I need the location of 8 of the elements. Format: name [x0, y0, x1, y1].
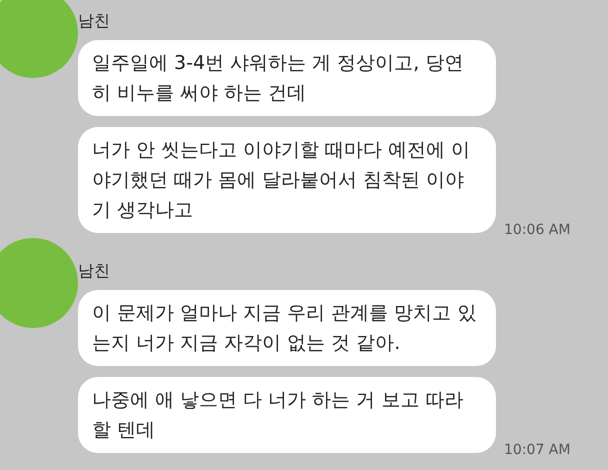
sender-name: 남친: [78, 10, 110, 32]
timestamp: 10:07 AM: [504, 441, 570, 459]
message-bubble: 일주일에 3-4번 샤워하는 게 정상이고, 당연히 비누를 써야 하는 건데: [78, 40, 496, 116]
sender-name: 남친: [78, 260, 110, 282]
timestamp: 10:06 AM: [504, 221, 570, 239]
message-bubble: 너가 안 씻는다고 이야기할 때마다 예전에 이야기했던 때가 몸에 달라붙어서 침착된 이야기 생각나고: [78, 127, 496, 233]
message-bubble: 나중에 애 낳으면 다 너가 하는 거 보고 따라할 텐데: [78, 377, 496, 453]
message-bubble: 이 문제가 얼마나 지금 우리 관계를 망치고 있는지 너가 지금 자각이 없는 것 같아.: [78, 290, 496, 366]
